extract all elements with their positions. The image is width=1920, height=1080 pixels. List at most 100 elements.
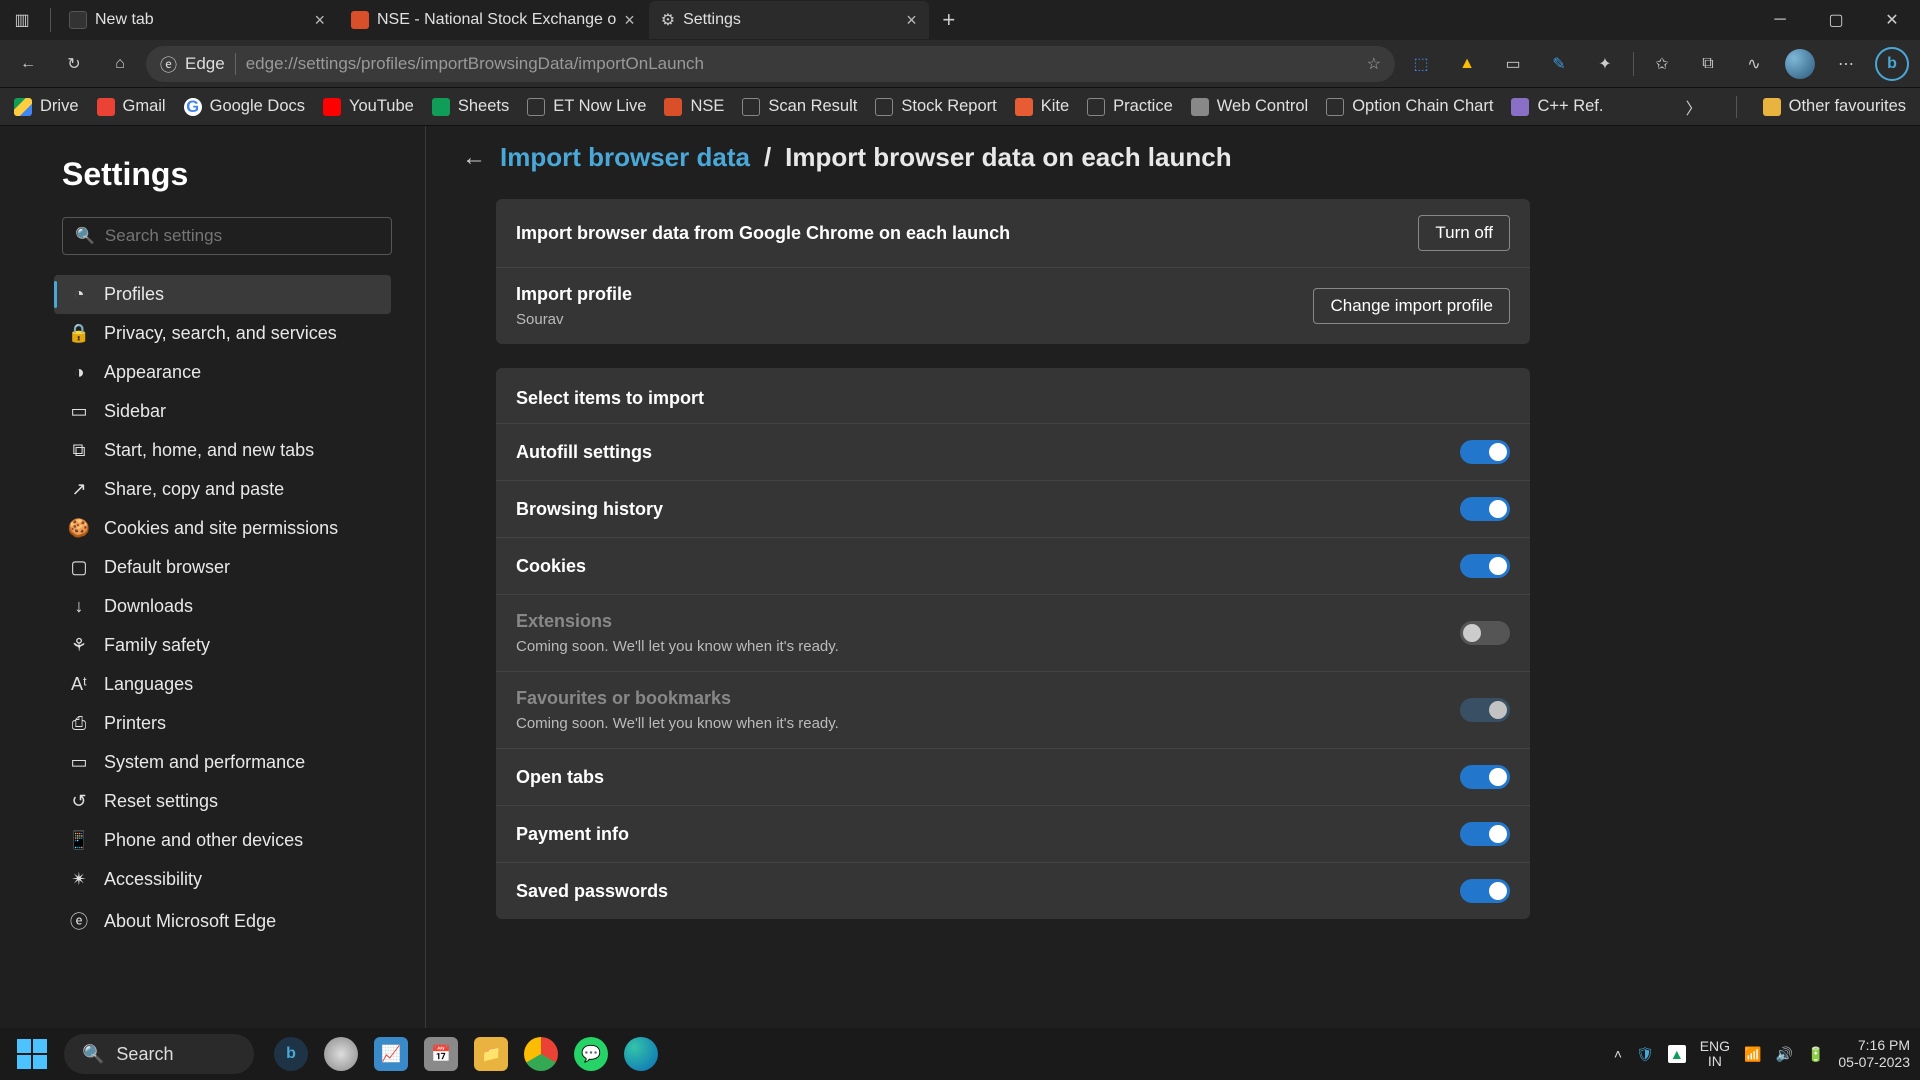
- minimize-button[interactable]: ─: [1752, 0, 1808, 40]
- extensions-icon[interactable]: ✦: [1585, 44, 1625, 84]
- translate-icon[interactable]: ⬚: [1401, 44, 1441, 84]
- profile-avatar[interactable]: [1780, 44, 1820, 84]
- address-bar[interactable]: ⓔ Edge edge://settings/profiles/importBr…: [146, 46, 1395, 82]
- sidebar-item-accessibility[interactable]: ✴Accessibility: [54, 860, 391, 899]
- sidebar-item-icon: ↓: [68, 596, 90, 617]
- sidebar-item-printers[interactable]: ⎙Printers: [54, 704, 391, 743]
- sidebar-item-appearance[interactable]: ◑Appearance: [54, 353, 391, 392]
- sidebar-item-default-browser[interactable]: ▢Default browser: [54, 548, 391, 587]
- tab-nse[interactable]: NSE - National Stock Exchange o ×: [339, 1, 647, 39]
- nse-icon: [664, 98, 682, 116]
- bing-chat-icon[interactable]: b: [1872, 44, 1912, 84]
- tray-chevron-icon[interactable]: ˄: [1614, 1046, 1622, 1062]
- turn-off-button[interactable]: Turn off: [1418, 215, 1510, 251]
- bookmark-webcontrol[interactable]: Web Control: [1191, 97, 1308, 116]
- sidebar-item-sidebar[interactable]: ▭Sidebar: [54, 392, 391, 431]
- picture-in-picture-icon[interactable]: ▭: [1493, 44, 1533, 84]
- toggle-switch[interactable]: [1460, 822, 1510, 846]
- sidebar-item-family-safety[interactable]: ⚘Family safety: [54, 626, 391, 665]
- more-icon[interactable]: ⋯: [1826, 44, 1866, 84]
- bookmark-practice[interactable]: Practice: [1087, 97, 1173, 116]
- search-settings[interactable]: 🔍: [62, 217, 392, 255]
- import-item-label: Browsing history: [516, 499, 663, 520]
- sidebar-item-icon: ◔: [68, 284, 90, 305]
- performance-icon[interactable]: ∿: [1734, 44, 1774, 84]
- toggle-switch[interactable]: [1460, 554, 1510, 578]
- chrome-icon[interactable]: [524, 1037, 558, 1071]
- chart-app-icon[interactable]: 📈: [374, 1037, 408, 1071]
- back-arrow-icon[interactable]: ←: [462, 144, 486, 172]
- volume-icon[interactable]: 🔊: [1776, 1046, 1793, 1063]
- calendar-app-icon[interactable]: 📅: [424, 1037, 458, 1071]
- tab-settings[interactable]: ⚙ Settings ×: [649, 1, 929, 39]
- favorite-star-icon[interactable]: ☆: [1367, 54, 1381, 74]
- overflow-chevron-icon[interactable]: 〉: [1678, 95, 1710, 119]
- whatsapp-icon[interactable]: 💬: [574, 1037, 608, 1071]
- maximize-button[interactable]: ▢: [1808, 0, 1864, 40]
- bing-chat-taskbar-icon[interactable]: b: [274, 1037, 308, 1071]
- toggle-switch[interactable]: [1460, 440, 1510, 464]
- home-button[interactable]: ⌂: [100, 44, 140, 84]
- bookmark-docs[interactable]: GGoogle Docs: [184, 97, 305, 116]
- back-button[interactable]: ←: [8, 44, 48, 84]
- close-icon[interactable]: ×: [314, 10, 325, 31]
- sidebar-item-privacy-search-and-services[interactable]: 🔒Privacy, search, and services: [54, 314, 391, 353]
- sidebar-item-languages[interactable]: AᵗLanguages: [54, 665, 391, 704]
- close-icon[interactable]: ×: [906, 10, 917, 31]
- tab-newtab[interactable]: New tab ×: [57, 1, 337, 39]
- bookmark-label: Google Docs: [210, 97, 305, 116]
- clock[interactable]: 7:16 PM05-07-2023: [1838, 1037, 1910, 1071]
- file-explorer-icon[interactable]: 📁: [474, 1037, 508, 1071]
- battery-icon[interactable]: 🔋: [1807, 1046, 1824, 1063]
- import-item-label: Payment info: [516, 824, 629, 845]
- bookmark-stock[interactable]: Stock Report: [875, 97, 996, 116]
- change-profile-button[interactable]: Change import profile: [1313, 288, 1510, 324]
- collections-icon[interactable]: ⧉: [1688, 44, 1728, 84]
- sidebar-item-reset-settings[interactable]: ↺Reset settings: [54, 782, 391, 821]
- import-item-label: Open tabs: [516, 767, 604, 788]
- toggle-switch[interactable]: [1460, 765, 1510, 789]
- new-tab-button[interactable]: +: [931, 7, 967, 33]
- bookmark-sheets[interactable]: Sheets: [432, 97, 509, 116]
- breadcrumb-link[interactable]: Import browser data: [500, 142, 750, 173]
- sidebar-item-profiles[interactable]: ◔Profiles: [54, 275, 391, 314]
- refresh-button[interactable]: ↻: [54, 44, 94, 84]
- bookmark-label: Option Chain Chart: [1352, 97, 1493, 116]
- bookmark-kite[interactable]: Kite: [1015, 97, 1069, 116]
- sidebar-item-share-copy-and-paste[interactable]: ↗Share, copy and paste: [54, 470, 391, 509]
- edge-icon[interactable]: [624, 1037, 658, 1071]
- bookmark-gmail[interactable]: Gmail: [97, 97, 166, 116]
- extension-stroke-icon[interactable]: ✎: [1539, 44, 1579, 84]
- drive-tray-icon[interactable]: ▲: [1668, 1045, 1686, 1063]
- security-icon[interactable]: 🛡: [1636, 1046, 1654, 1063]
- close-window-button[interactable]: ✕: [1864, 0, 1920, 40]
- bookmark-youtube[interactable]: YouTube: [323, 97, 414, 116]
- toggle-switch[interactable]: [1460, 497, 1510, 521]
- language-indicator[interactable]: ENGIN: [1700, 1039, 1730, 1070]
- bookmark-optionchain[interactable]: Option Chain Chart: [1326, 97, 1493, 116]
- bookmark-cppref[interactable]: C++ Ref.: [1511, 97, 1603, 116]
- taskbar-search[interactable]: 🔍 Search: [64, 1034, 254, 1074]
- drive-icon[interactable]: ▲: [1447, 44, 1487, 84]
- other-favourites[interactable]: Other favourites: [1763, 97, 1906, 116]
- sidebar-item-start-home-and-new-tabs[interactable]: ⧉Start, home, and new tabs: [54, 431, 391, 470]
- bookmark-nse[interactable]: NSE: [664, 97, 724, 116]
- sidebar-item-downloads[interactable]: ↓Downloads: [54, 587, 391, 626]
- sidebar-item-about-microsoft-edge[interactable]: ⓔAbout Microsoft Edge: [54, 899, 391, 943]
- wifi-icon[interactable]: 📶: [1744, 1046, 1761, 1063]
- sidebar-item-system-and-performance[interactable]: ▭System and performance: [54, 743, 391, 782]
- favorites-icon[interactable]: ✩: [1642, 44, 1682, 84]
- close-icon[interactable]: ×: [624, 10, 635, 31]
- sidebar-item-cookies-and-site-permissions[interactable]: 🍪Cookies and site permissions: [54, 509, 391, 548]
- sidebar-item-label: Default browser: [104, 557, 230, 578]
- bookmark-drive[interactable]: Drive: [14, 97, 79, 116]
- bookmark-etnow[interactable]: ET Now Live: [527, 97, 646, 116]
- toggle-switch[interactable]: [1460, 879, 1510, 903]
- tab-actions-icon[interactable]: ▥: [0, 0, 44, 40]
- start-button[interactable]: [10, 1032, 54, 1076]
- bookmark-scan[interactable]: Scan Result: [742, 97, 857, 116]
- sidebar-item-phone-and-other-devices[interactable]: 📱Phone and other devices: [54, 821, 391, 860]
- search-input[interactable]: [105, 226, 379, 246]
- edge-scheme-badge: ⓔ Edge: [160, 51, 225, 76]
- weather-icon[interactable]: [324, 1037, 358, 1071]
